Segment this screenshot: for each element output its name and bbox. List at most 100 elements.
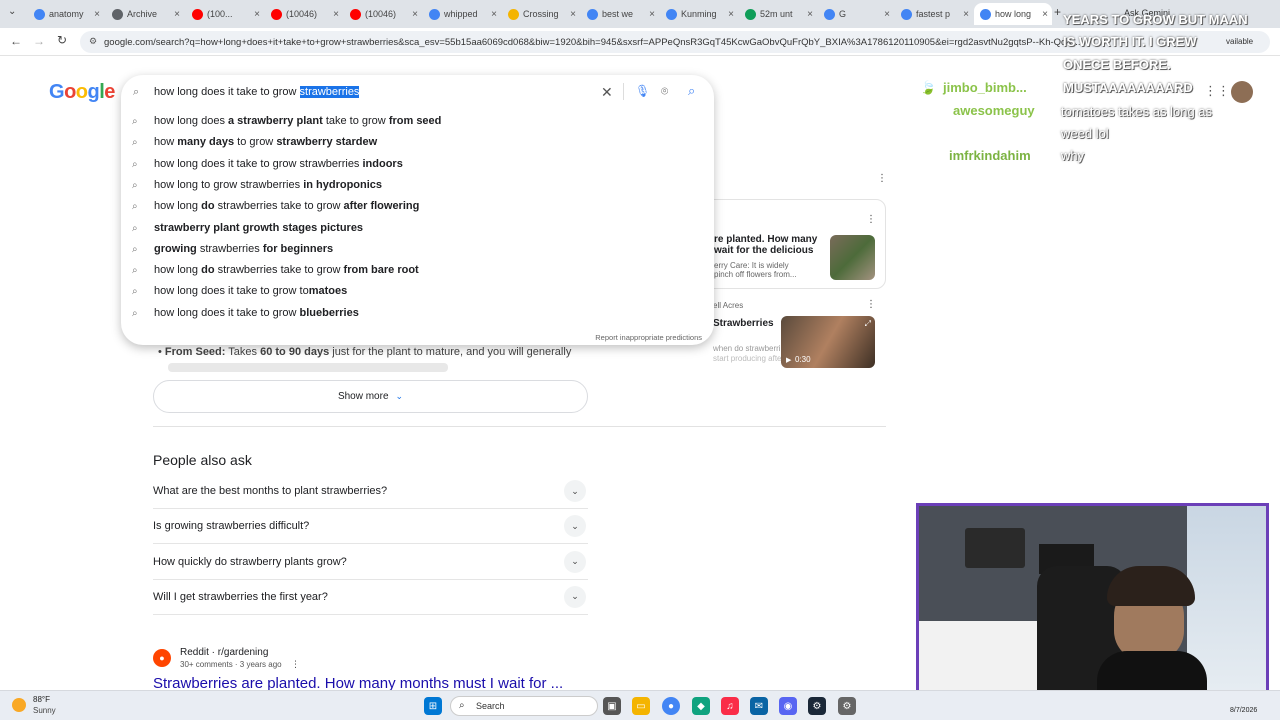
tab-close-icon[interactable]: × xyxy=(94,9,100,20)
discord-icon[interactable]: ◉ xyxy=(779,697,797,715)
more-options-icon[interactable]: ⋮ xyxy=(866,214,876,225)
chat-username: imfrkindahim xyxy=(949,148,1031,163)
paa-question[interactable]: Will I get strawberries the first year? ⌄ xyxy=(153,580,588,615)
suggestion-item[interactable]: how long does it take to grow strawberri… xyxy=(154,158,403,170)
tab-3[interactable]: (10046) × xyxy=(265,3,343,25)
search-submit-icon[interactable]: ⌕ xyxy=(688,83,695,99)
tab-4[interactable]: (10046) × xyxy=(344,3,422,25)
suggestion-part: from bare root xyxy=(343,264,419,277)
tab-close-icon[interactable]: × xyxy=(649,9,655,20)
search-input[interactable]: how long does it take to grow strawberri… xyxy=(154,86,360,98)
chrome-icon[interactable]: ● xyxy=(662,697,680,715)
file-explorer-icon[interactable]: ▭ xyxy=(632,697,650,715)
tab-8[interactable]: Kunming × xyxy=(660,3,738,25)
suggestion-part: how long does it take to grow strawberri… xyxy=(154,157,363,170)
tab-favicon-icon xyxy=(980,8,991,20)
tab-1[interactable]: Archive × xyxy=(106,3,184,25)
paa-question[interactable]: Is growing strawberries difficult? ⌄ xyxy=(153,509,588,545)
chevron-down-icon[interactable]: ⌄ xyxy=(564,585,586,608)
tab-10[interactable]: G × xyxy=(818,3,894,25)
suggestion-part: how long to grow strawberries xyxy=(154,178,304,191)
suggestion-item[interactable]: how long do strawberries take to grow fr… xyxy=(154,264,419,276)
suggestion-search-icon: ⌕ xyxy=(132,201,138,213)
taskbar-search[interactable]: ⌕ Search xyxy=(450,696,598,716)
reload-icon[interactable]: ↻ xyxy=(57,33,67,47)
card2-title[interactable]: Strawberries xyxy=(713,318,774,329)
chevron-down-icon[interactable]: ⌄ xyxy=(564,515,586,538)
tab-close-icon[interactable]: × xyxy=(963,9,969,20)
more-options-icon[interactable]: ⋮ xyxy=(877,173,887,184)
tab-favicon-icon xyxy=(34,8,45,20)
suggestion-item[interactable]: how long does it take to grow tomatoes xyxy=(154,285,347,297)
chevron-down-icon: ⌄ xyxy=(395,391,404,401)
taskbar-date[interactable]: 8/7/2026 xyxy=(1230,707,1257,714)
suggestion-search-icon: ⌕ xyxy=(132,137,138,149)
tab-favicon-icon xyxy=(192,8,203,20)
weather-icon[interactable] xyxy=(12,698,26,712)
tab-close-icon[interactable]: × xyxy=(728,9,734,20)
tab-11[interactable]: fastest p × xyxy=(895,3,973,25)
suggestion-search-icon: ⌕ xyxy=(132,222,138,234)
clear-icon[interactable]: ✕ xyxy=(601,84,613,101)
tab-close-icon[interactable]: × xyxy=(1042,9,1048,20)
suggestion-item[interactable]: how long do strawberries take to grow af… xyxy=(154,200,419,212)
mail-icon[interactable]: ✉ xyxy=(750,697,768,715)
suggestion-item[interactable]: growing strawberries for beginners xyxy=(154,243,333,255)
clear-divider xyxy=(623,83,624,100)
tab-close-icon[interactable]: × xyxy=(333,9,339,20)
suggestion-search-icon: ⌕ xyxy=(132,286,138,298)
suggestion-part: strawberries take to grow xyxy=(214,200,344,213)
back-arrow-icon[interactable]: ← xyxy=(10,34,22,48)
site-info-icon[interactable]: ⚙ xyxy=(89,36,97,47)
microphone-icon[interactable]: 🎙 xyxy=(635,84,650,98)
tab-close-icon[interactable]: × xyxy=(254,9,260,20)
tab-2[interactable]: (100... × xyxy=(186,3,264,25)
weather-temp[interactable]: 88°F xyxy=(33,695,50,704)
tab-0[interactable]: anatomy × xyxy=(28,3,104,25)
report-predictions-link[interactable]: Report inappropriate predictions xyxy=(595,333,702,342)
tab-close-icon[interactable]: × xyxy=(491,9,497,20)
suggestion-item[interactable]: how long does a strawberry plant take to… xyxy=(154,115,441,127)
forward-arrow-icon[interactable]: → xyxy=(33,34,45,48)
chevron-down-icon[interactable]: ⌄ xyxy=(564,480,586,502)
task-view-icon[interactable]: ▣ xyxy=(603,697,621,715)
suggestion-item[interactable]: how long does it take to grow blueberrie… xyxy=(154,307,359,319)
tab-close-icon[interactable]: × xyxy=(174,9,180,20)
video-thumbnail[interactable]: ⤢ 0:30 ▶ xyxy=(781,316,875,368)
music-icon[interactable]: ♫ xyxy=(721,697,739,715)
show-more-button[interactable]: Show more ⌄ xyxy=(153,380,588,413)
update-available-label[interactable]: vailable xyxy=(1226,37,1253,46)
tab-close-icon[interactable]: × xyxy=(807,9,813,20)
new-tab-plus-icon[interactable]: + xyxy=(1054,5,1061,19)
app-icon[interactable]: ◆ xyxy=(692,697,710,715)
google-logo[interactable]: Google xyxy=(49,81,115,104)
paa-question[interactable]: What are the best months to plant strawb… xyxy=(153,474,588,509)
tab-12[interactable]: how long × xyxy=(974,3,1052,25)
suggestion-item[interactable]: how many days to grow strawberry stardew xyxy=(154,136,377,148)
tab-list-chevron-icon[interactable]: ⌄ xyxy=(8,6,16,17)
reddit-source[interactable]: Reddit · r/gardening xyxy=(180,647,268,658)
expand-icon: ⤢ xyxy=(864,319,871,328)
tab-close-icon[interactable]: × xyxy=(570,9,576,20)
tab-6[interactable]: Crossing × xyxy=(502,3,580,25)
suggestion-item[interactable]: how long to grow strawberries in hydropo… xyxy=(154,179,382,191)
tab-7[interactable]: best we × xyxy=(581,3,659,25)
tab-9[interactable]: 52m unt × xyxy=(739,3,817,25)
tab-close-icon[interactable]: × xyxy=(884,9,890,20)
suggestion-item[interactable]: strawberry plant growth stages pictures xyxy=(154,222,363,234)
chevron-down-icon[interactable]: ⌄ xyxy=(564,550,586,573)
paa-question[interactable]: How quickly do strawberry plants grow? ⌄ xyxy=(153,545,588,580)
tab-favicon-icon xyxy=(901,8,912,20)
apps-grid-icon[interactable]: ⋮⋮ xyxy=(1204,83,1230,99)
chat-message: ONECE BEFORE. xyxy=(1063,57,1171,72)
more-options-icon[interactable]: ⋮ xyxy=(291,659,300,670)
tab-5[interactable]: whipped × xyxy=(423,3,501,25)
tab-favicon-icon xyxy=(745,8,756,20)
start-windows-icon[interactable]: ⊞ xyxy=(424,697,442,715)
from-seed-rest: just for the plant to mature, and you wi… xyxy=(329,346,572,358)
steam-icon[interactable]: ⚙ xyxy=(808,697,826,715)
settings-gear-icon[interactable]: ⚙ xyxy=(838,697,856,715)
more-options-icon[interactable]: ⋮ xyxy=(866,299,876,310)
tab-close-icon[interactable]: × xyxy=(412,9,418,20)
lens-camera-icon[interactable]: ⌾ xyxy=(661,84,668,99)
